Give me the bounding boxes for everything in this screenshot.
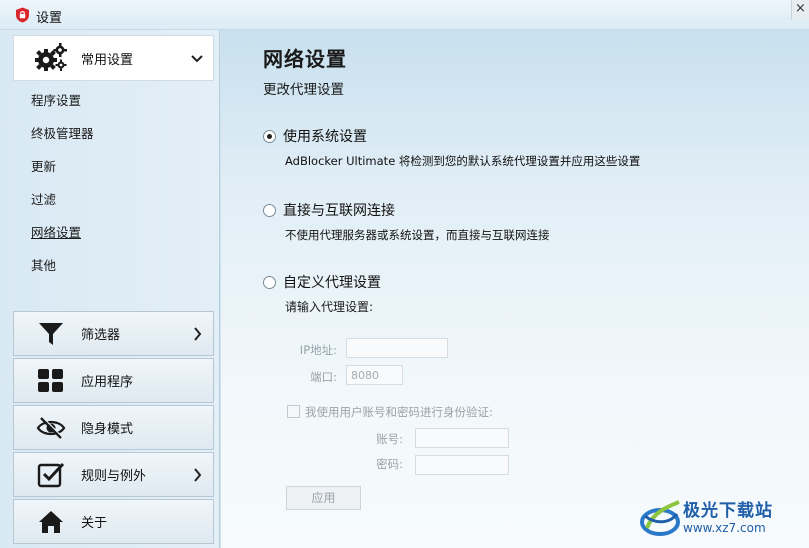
option-label-system[interactable]: 使用系统设置 bbox=[283, 126, 367, 146]
account-input[interactable] bbox=[415, 428, 509, 448]
sidebar: 常用设置 程序设置 终极管理器 更新 过滤 网络设置 其他 筛选器 应用程序 隐… bbox=[0, 30, 220, 548]
filter-icon bbox=[34, 317, 68, 351]
sidebar-subitem-network-settings[interactable]: 网络设置 bbox=[31, 222, 81, 241]
shield-lock-icon bbox=[16, 7, 29, 23]
page-title: 网络设置 bbox=[263, 47, 347, 71]
port-label: 端口: bbox=[310, 370, 337, 384]
watermark: 极光下载站 www.xz7.com bbox=[639, 494, 801, 542]
option-desc-direct: 不使用代理服务器或系统设置，而直接与互联网连接 bbox=[285, 228, 550, 242]
option-label-custom[interactable]: 自定义代理设置 bbox=[283, 272, 381, 292]
sidebar-subitem-ultimate-manager[interactable]: 终极管理器 bbox=[31, 123, 94, 142]
apply-button[interactable]: 应用 bbox=[286, 486, 361, 510]
radio-use-system-settings[interactable] bbox=[263, 130, 276, 143]
sidebar-item-stealth-mode[interactable]: 隐身模式 bbox=[13, 405, 214, 450]
watermark-title: 极光下载站 bbox=[683, 501, 773, 521]
sidebar-subitem-program-settings[interactable]: 程序设置 bbox=[31, 90, 81, 109]
sidebar-item-label: 关于 bbox=[81, 516, 108, 531]
watermark-logo-icon bbox=[640, 500, 680, 536]
sidebar-item-label: 常用设置 bbox=[81, 52, 134, 68]
sidebar-item-label: 筛选器 bbox=[81, 328, 121, 343]
password-label: 密码: bbox=[376, 457, 403, 471]
sidebar-item-rules-exceptions[interactable]: 规则与例外 bbox=[13, 452, 214, 497]
watermark-url: www.xz7.com bbox=[683, 521, 766, 535]
title-bar: 设置 × bbox=[0, 0, 809, 30]
option-label-direct[interactable]: 直接与互联网连接 bbox=[283, 200, 395, 220]
chevron-right-icon bbox=[194, 468, 202, 482]
auth-checkbox-label[interactable]: 我使用用户账号和密码进行身份验证: bbox=[305, 404, 493, 420]
apps-grid-icon bbox=[34, 364, 68, 398]
sidebar-item-filters[interactable]: 筛选器 bbox=[13, 311, 214, 356]
password-input[interactable] bbox=[415, 455, 509, 475]
radio-direct-connection[interactable] bbox=[263, 204, 276, 217]
checkbox-check-icon bbox=[34, 458, 68, 492]
sidebar-item-label: 规则与例外 bbox=[81, 469, 147, 484]
sidebar-item-label: 应用程序 bbox=[81, 375, 134, 390]
sidebar-item-general[interactable]: 常用设置 bbox=[13, 35, 214, 81]
home-icon bbox=[34, 505, 68, 539]
hidden-eye-icon bbox=[34, 411, 68, 445]
close-button[interactable]: × bbox=[791, 0, 809, 20]
gears-icon bbox=[34, 41, 68, 75]
page-subtitle: 更改代理设置 bbox=[263, 82, 344, 98]
sidebar-subitem-filtering[interactable]: 过滤 bbox=[31, 189, 56, 208]
sidebar-item-applications[interactable]: 应用程序 bbox=[13, 358, 214, 403]
sidebar-subitem-updates[interactable]: 更新 bbox=[31, 156, 56, 175]
proxy-prompt: 请输入代理设置: bbox=[285, 300, 374, 314]
sidebar-subitem-other[interactable]: 其他 bbox=[31, 255, 56, 274]
ip-address-input[interactable] bbox=[346, 338, 448, 358]
radio-custom-proxy[interactable] bbox=[263, 276, 276, 289]
chevron-right-icon bbox=[194, 327, 202, 341]
chevron-down-icon bbox=[191, 55, 203, 63]
auth-checkbox[interactable] bbox=[287, 405, 300, 418]
port-input[interactable] bbox=[346, 365, 403, 385]
sidebar-item-label: 隐身模式 bbox=[81, 422, 134, 437]
main-panel: 网络设置 更改代理设置 使用系统设置 AdBlocker Ultimate 将检… bbox=[221, 30, 809, 548]
window-title: 设置 bbox=[36, 11, 63, 26]
option-desc-system: AdBlocker Ultimate 将检测到您的默认系统代理设置并应用这些设置 bbox=[285, 154, 641, 168]
ip-label: IP地址: bbox=[299, 343, 337, 357]
sidebar-item-about[interactable]: 关于 bbox=[13, 499, 214, 544]
account-label: 账号: bbox=[376, 432, 403, 446]
